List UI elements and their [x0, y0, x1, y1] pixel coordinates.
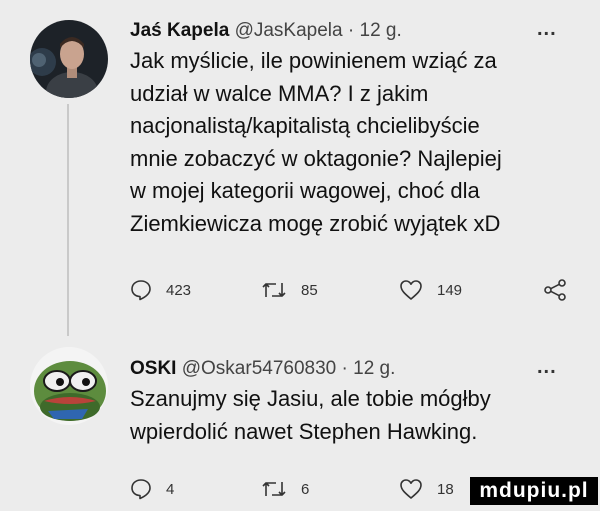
author-handle[interactable]: @Oskar54760830: [182, 358, 337, 379]
more-options-button[interactable]: ...: [537, 356, 557, 379]
reply-icon: [130, 478, 152, 500]
retweet-button[interactable]: 85: [261, 279, 318, 301]
avatar[interactable]: [30, 20, 108, 98]
tweet-text-line: w mojej kategorii wagowej, choć dla: [130, 178, 480, 203]
like-button[interactable]: 149: [399, 279, 462, 301]
tweet-text-line: Jak myślicie, ile powinienem wziąć za: [130, 48, 497, 73]
like-button[interactable]: 18: [399, 478, 454, 500]
author-name[interactable]: Jaś Kapela: [130, 20, 229, 41]
action-bar: 423 85 149: [130, 279, 570, 305]
author-handle[interactable]: @JasKapela: [235, 20, 343, 41]
like-count: 18: [437, 480, 454, 498]
tweet-text-line: nacjonalistą/kapitalistą chcielibyście: [130, 113, 480, 138]
tweet-text: Szanujmy się Jasiu, ale tobie mógłby wpi…: [130, 383, 491, 448]
tweet-text-line: wpierdolić nawet Stephen Hawking.: [130, 418, 478, 444]
heart-icon: [399, 478, 423, 500]
separator: ·: [341, 358, 348, 379]
heart-icon: [399, 279, 423, 301]
thread-connector-line: [67, 104, 69, 336]
reply-icon: [130, 279, 152, 301]
reply-count: 423: [166, 281, 192, 299]
reply-button[interactable]: 423: [130, 279, 191, 301]
tweet-header: OSKI @Oskar54760830 · 12 g.: [130, 357, 395, 381]
tweet-header: Jaś Kapela @JasKapela · 12 g.: [130, 19, 402, 43]
timestamp[interactable]: 12 g.: [360, 20, 402, 41]
share-icon: [543, 279, 567, 301]
timestamp[interactable]: 12 g.: [353, 358, 395, 379]
site-watermark: mdupiu.pl: [470, 477, 598, 505]
more-options-button[interactable]: ...: [537, 18, 557, 41]
retweet-count: 85: [301, 281, 318, 299]
share-button[interactable]: [543, 279, 567, 301]
tweet-text-line: mnie zobaczyć w oktagonie? Najlepiej: [130, 145, 502, 171]
separator: ·: [347, 20, 355, 41]
retweet-icon: [261, 279, 287, 301]
retweet-icon: [261, 478, 287, 500]
author-name[interactable]: OSKI: [130, 358, 176, 379]
tweet-text: Jak myślicie, ile powinienem wziąć za ud…: [130, 45, 502, 240]
tweet-text-line: Szanujmy się Jasiu, ale tobie mógłby: [130, 386, 491, 411]
like-count: 149: [437, 281, 463, 299]
reply-button[interactable]: 4: [130, 478, 174, 500]
tweet-text-line: udział w walce MMA? I z jakim: [130, 80, 429, 106]
retweet-button[interactable]: 6: [261, 478, 309, 500]
tweet-text-line: Ziemkiewicza mogę zrobić wyjątek xD: [130, 210, 501, 236]
avatar[interactable]: [30, 347, 108, 425]
retweet-count: 6: [301, 480, 310, 498]
reply-count: 4: [166, 480, 175, 498]
